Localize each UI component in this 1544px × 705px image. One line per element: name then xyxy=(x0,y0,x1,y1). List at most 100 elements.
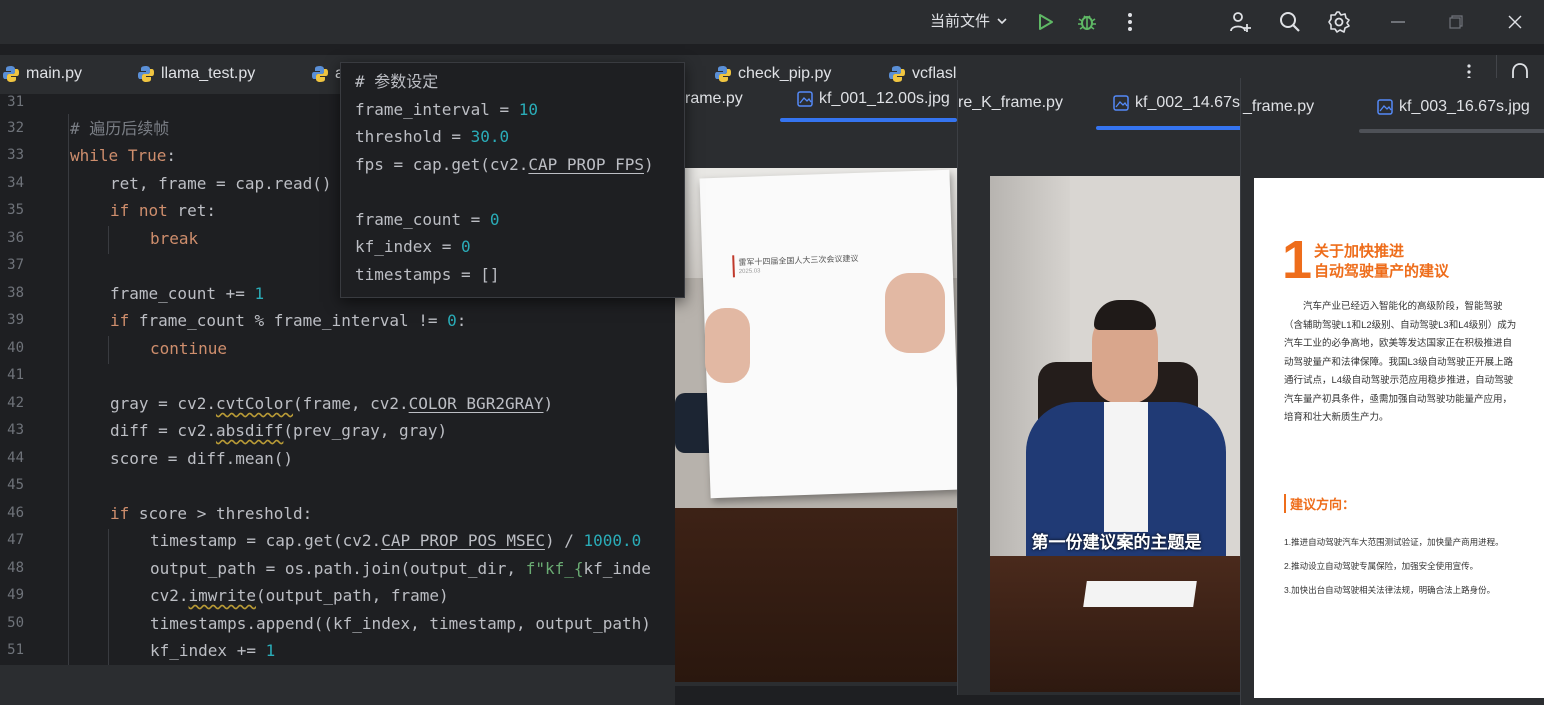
doc-item: 1.推进自动驾驶汽车大范围测试验证，加快量产商用进程。 xyxy=(1284,537,1504,547)
code-line: 51 kf_index += 1 xyxy=(0,637,675,664)
tab-partial-py[interactable]: re_K_frame.py xyxy=(958,94,1063,112)
code-line: 47 timestamp = cap.get(cv2.CAP_PROP_POS_M… xyxy=(0,527,675,554)
line-number: 45 xyxy=(7,477,24,493)
code-keyword: if not xyxy=(110,201,168,220)
image-file-icon xyxy=(797,91,813,107)
paper-title: 雷军十四届全国人大三次会议建议 xyxy=(738,253,859,268)
code-number: 1 xyxy=(265,641,276,660)
line-number: 32 xyxy=(7,120,24,136)
line-number: 42 xyxy=(7,395,24,411)
code-preview-popup: # 参数设定 frame_interval = 10 threshold = 3… xyxy=(340,62,685,298)
tab-kf-002[interactable]: kf_002_14.67s. xyxy=(1113,94,1244,112)
tab-main-py[interactable]: main.py xyxy=(2,55,82,93)
code-number: 0 xyxy=(447,311,457,330)
line-number: 41 xyxy=(7,367,24,383)
add-user-icon[interactable] xyxy=(1226,8,1254,36)
tab-partial-py[interactable]: _frame.py xyxy=(1243,98,1314,116)
code-string: f"kf_{ xyxy=(525,559,584,578)
code-function: cvtColor xyxy=(215,394,294,413)
tab-label: kf_001_12.00s.jpg xyxy=(819,90,950,107)
tab-partial-py[interactable]: rame.py xyxy=(685,90,743,108)
tab-label: kf_003_16.67s.jpg xyxy=(1399,98,1530,115)
code-number: 10 xyxy=(518,100,539,119)
line-number: 40 xyxy=(7,340,24,356)
code-text: (output_path, frame) xyxy=(255,586,449,605)
code-text: timestamp = cap.get(cv2. xyxy=(150,531,382,550)
code-text: timestamps.append((kf_index, timestamp, … xyxy=(150,614,651,633)
paper-date: 2025.03 xyxy=(738,268,761,276)
line-number: 48 xyxy=(7,560,24,576)
code-function: imwrite xyxy=(188,586,256,605)
code-function: absdiff xyxy=(215,421,284,440)
code-comment: # 参数设定 xyxy=(355,72,439,91)
line-number: 51 xyxy=(7,642,24,658)
python-file-icon xyxy=(138,66,154,82)
code-number: 0 xyxy=(460,237,471,256)
code-text: ) xyxy=(643,155,654,174)
doc-item: 3.加快出台自动驾驶相关法律法规，明确合法上路身份。 xyxy=(1284,585,1496,595)
python-file-icon xyxy=(312,66,328,82)
code-line: 49 cv2.imwrite(output_path, frame) xyxy=(0,582,675,609)
settings-icon[interactable] xyxy=(1325,8,1353,36)
code-line: 39 if frame_count % frame_interval != 0: xyxy=(0,307,675,334)
code-text: frame_interval = xyxy=(355,100,519,119)
active-tab-indicator xyxy=(1096,126,1247,130)
search-icon[interactable] xyxy=(1276,8,1304,36)
code-number: 1 xyxy=(254,284,265,303)
tab-kf-003[interactable]: kf_003_16.67s.jpg xyxy=(1377,98,1530,116)
python-file-icon xyxy=(715,66,731,82)
doc-number: 1 xyxy=(1282,230,1313,290)
hand xyxy=(705,308,750,383)
code-text: score > threshold: xyxy=(129,504,313,523)
doc-item: 2.推动设立自动驾驶专属保险，加强安全使用宣传。 xyxy=(1284,561,1479,571)
code-text: (frame, cv2. xyxy=(293,394,409,413)
tab-label: re_K_frame.py xyxy=(958,94,1063,111)
code-text: threshold = xyxy=(355,127,471,146)
doc-section-heading: 建议方向： xyxy=(1284,494,1355,513)
run-icon[interactable] xyxy=(1031,8,1059,36)
code-line: 50 timestamps.append((kf_index, timestamp… xyxy=(0,610,675,637)
code-text: gray = cv2. xyxy=(110,394,216,413)
close-icon[interactable] xyxy=(1503,10,1527,34)
tab-partial[interactable]: a xyxy=(311,55,344,93)
minimize-icon[interactable] xyxy=(1386,10,1410,34)
code-number: 1000.0 xyxy=(583,531,642,550)
code-line: 45 xyxy=(0,472,675,499)
line-number: 39 xyxy=(7,312,24,328)
hand xyxy=(885,273,945,353)
image-viewer-window-2: re_K_frame.py kf_002_14.67s. 第一份建议案的主题是 xyxy=(957,80,1247,695)
desk xyxy=(990,556,1243,692)
line-number: 44 xyxy=(7,450,24,466)
tab-label: vcflasl xyxy=(912,65,957,82)
code-keyword: if xyxy=(110,504,130,523)
code-keyword: True xyxy=(127,146,167,165)
line-number: 46 xyxy=(7,505,24,521)
code-text: diff = cv2. xyxy=(110,421,216,440)
code-line: 42 gray = cv2.cvtColor(frame, cv2.COLOR_B… xyxy=(0,390,675,417)
code-text: fps = cap.get(cv2. xyxy=(355,155,529,174)
line-number: 38 xyxy=(7,285,24,301)
debug-icon[interactable] xyxy=(1073,8,1101,36)
python-file-icon xyxy=(3,66,19,82)
tab-label: main.py xyxy=(26,65,83,82)
code-text: kf_inde xyxy=(583,559,651,578)
tab-llama-test-py[interactable]: llama_test.py xyxy=(137,55,255,93)
line-number: 47 xyxy=(7,532,24,548)
status-area xyxy=(0,665,675,705)
doc-title-line1: 关于加快推进 xyxy=(1314,243,1405,260)
more-icon[interactable] xyxy=(1116,8,1144,36)
run-config-label: 当前文件 xyxy=(930,13,991,30)
tab-label: kf_002_14.67s. xyxy=(1135,94,1245,111)
restore-icon[interactable] xyxy=(1444,10,1468,34)
tab-kf-001[interactable]: kf_001_12.00s.jpg xyxy=(797,90,950,108)
line-number: 34 xyxy=(7,175,24,191)
tab-indicator xyxy=(1359,129,1544,133)
code-text: kf_index += xyxy=(150,641,266,660)
code-number: 0 xyxy=(489,210,500,229)
run-config-selector[interactable]: 当前文件 xyxy=(930,10,1008,31)
code-comment: # 遍历后续帧 xyxy=(70,119,170,138)
line-number: 31 xyxy=(7,95,24,110)
code-text: cv2. xyxy=(150,586,189,605)
tab-label: _frame.py xyxy=(1243,98,1315,115)
keyframe-image-2: 第一份建议案的主题是 xyxy=(990,176,1243,692)
